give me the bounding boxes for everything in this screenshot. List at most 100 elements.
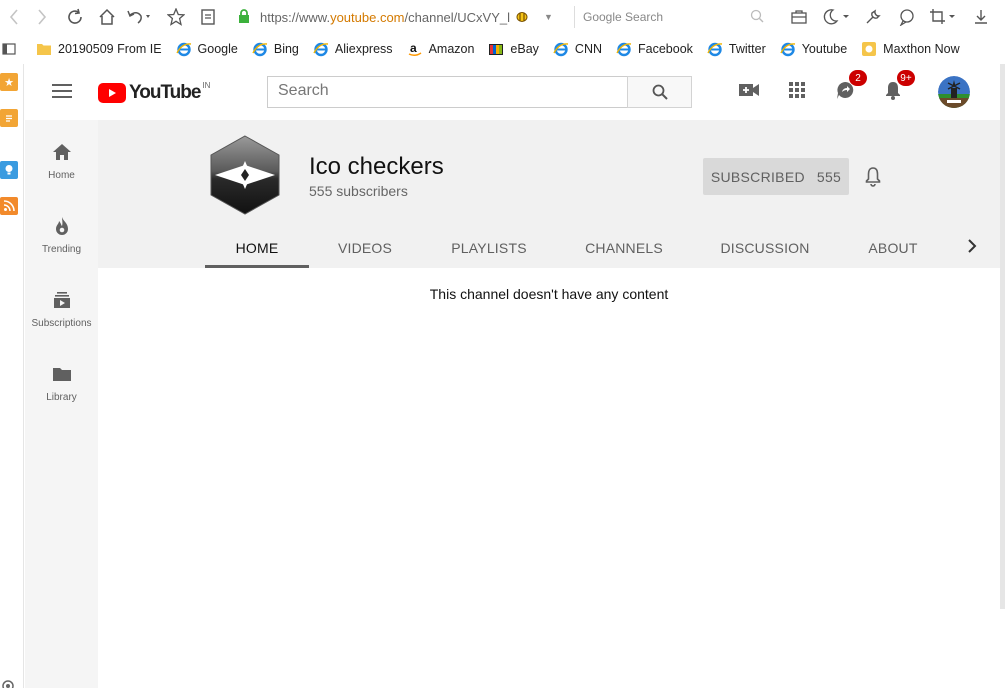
library-icon (52, 368, 71, 381)
trending-icon (55, 217, 68, 235)
ie-icon (252, 41, 268, 57)
download-icon (975, 10, 987, 24)
bookmark-label: Aliexpress (334, 42, 393, 56)
create-video-button[interactable] (737, 78, 761, 102)
channel-notification-button[interactable] (864, 166, 884, 188)
back-button[interactable] (0, 3, 28, 31)
bee-extension-icon[interactable] (514, 10, 530, 24)
bookmark-label: 20190509 From IE (58, 42, 162, 56)
tab-playlists[interactable]: PLAYLISTS (421, 228, 557, 268)
url-host: youtube.com (330, 9, 405, 25)
guide-item-library[interactable]: Library (25, 362, 98, 403)
bookmark-item[interactable]: Aliexpress (313, 41, 393, 57)
subscribe-button[interactable]: SUBSCRIBED 555 (703, 158, 849, 195)
guide-menu-button[interactable] (52, 84, 72, 102)
guide-item-home[interactable]: Home (25, 140, 98, 181)
night-mode-button[interactable] (820, 4, 852, 30)
moon-icon (823, 9, 849, 25)
guide-label: Library (46, 392, 77, 403)
ie-icon (616, 41, 632, 57)
briefcase-button[interactable] (786, 4, 812, 30)
url-prefix: https://www. (260, 9, 331, 25)
ie-icon (175, 41, 192, 57)
forward-button[interactable] (28, 3, 56, 31)
ie-icon (780, 41, 796, 57)
feedback-button[interactable] (894, 4, 920, 30)
apps-button[interactable] (785, 78, 809, 102)
notifications-button[interactable]: 9+ (881, 70, 915, 102)
lightbulb-icon[interactable] (0, 161, 18, 179)
messages-button[interactable]: 2 (833, 70, 867, 102)
tab-channels[interactable]: CHANNELS (557, 228, 691, 268)
bookmark-item[interactable]: eBay (488, 41, 539, 57)
youtube-play-icon (98, 83, 126, 103)
briefcase-icon (791, 10, 807, 24)
tab-videos[interactable]: VIDEOS (309, 228, 421, 268)
channel-header: Ico checkers 555 subscribers SUBSCRIBED … (98, 120, 1000, 268)
youtube-search-input[interactable]: Search (267, 76, 628, 108)
bookmark-label: CNN (574, 42, 603, 56)
downloads-button[interactable] (968, 4, 994, 30)
address-bar[interactable]: https://www. youtube.com/channel/UCxVY_l … (238, 6, 568, 28)
crop-icon (930, 9, 955, 24)
country-code: IN (202, 80, 211, 90)
lock-icon (238, 9, 252, 25)
bookmark-label: Google (197, 42, 238, 56)
bookmark-item[interactable]: a Amazon (407, 41, 474, 57)
reader-button[interactable] (194, 3, 222, 31)
bookmark-label: eBay (510, 42, 539, 56)
bookmark-label: Facebook (638, 42, 693, 56)
youtube-logo[interactable]: YouTube IN (98, 80, 211, 104)
maxthon-icon (861, 41, 877, 57)
bookmark-item[interactable]: Facebook (616, 41, 693, 57)
guide-label: Subscriptions (31, 318, 92, 329)
page-scrollbar[interactable] (1000, 64, 1005, 609)
tab-home[interactable]: HOME (205, 228, 309, 268)
undo-close-button[interactable] (124, 3, 152, 31)
favorites-star-icon[interactable]: ★ (0, 73, 18, 91)
chat-bubble-icon (899, 9, 914, 26)
browser-toolbar: https://www. youtube.com/channel/UCxVY_l … (0, 0, 1005, 34)
bookmark-item[interactable]: Maxthon Now (861, 41, 960, 57)
guide-item-subscriptions[interactable]: Subscriptions (25, 288, 98, 329)
bookmark-item[interactable]: Google (175, 41, 238, 57)
tabs-scroll-right-button[interactable] (962, 236, 982, 256)
guide-label: Home (48, 170, 75, 181)
bookmark-item[interactable]: Bing (252, 41, 299, 57)
ebay-icon (488, 41, 504, 57)
search-icon (652, 84, 668, 100)
tab-about[interactable]: ABOUT (839, 228, 947, 268)
browser-search-field[interactable]: Google Search (574, 6, 768, 28)
address-dropdown-icon[interactable]: ▼ (544, 12, 553, 22)
bookmark-item[interactable]: Youtube (780, 41, 847, 57)
account-avatar[interactable] (938, 76, 970, 108)
sidebar-toggle-icon[interactable] (2, 43, 16, 55)
chevron-right-icon (968, 239, 977, 253)
url-path: /channel/UCxVY_l (404, 9, 511, 25)
youtube-search-button[interactable] (627, 76, 692, 108)
subscribe-count: 555 (816, 168, 842, 185)
notifications-badge: 9+ (897, 70, 915, 86)
bookmark-item[interactable]: 20190509 From IE (36, 41, 162, 57)
home-button[interactable] (93, 3, 121, 31)
favorite-button[interactable] (162, 3, 190, 31)
guide-sidebar: Home Trending Subscriptions Library (25, 120, 98, 688)
reader-mode-icon (201, 9, 215, 25)
rss-icon[interactable] (0, 197, 18, 215)
bookmark-item[interactable]: Twitter (707, 41, 766, 57)
guide-item-trending[interactable]: Trending (25, 214, 98, 255)
screenshot-button[interactable] (928, 4, 960, 30)
search-magnifier-icon[interactable] (750, 9, 764, 23)
channel-avatar[interactable] (205, 135, 285, 215)
bell-outline-icon (865, 167, 881, 187)
channel-tabs: HOME VIDEOS PLAYLISTS CHANNELS DISCUSSIO… (205, 228, 947, 268)
settings-gear-icon[interactable] (0, 678, 16, 688)
bookmark-item[interactable]: CNN (553, 41, 602, 57)
ie-icon (707, 41, 723, 57)
notes-icon[interactable] (0, 109, 18, 127)
reload-button[interactable] (61, 3, 89, 31)
tab-discussion[interactable]: DISCUSSION (691, 228, 839, 268)
empty-channel-message: This channel doesn't have any content (429, 286, 669, 302)
browser-toolbar-right (786, 4, 1005, 30)
tools-button[interactable] (860, 4, 886, 30)
